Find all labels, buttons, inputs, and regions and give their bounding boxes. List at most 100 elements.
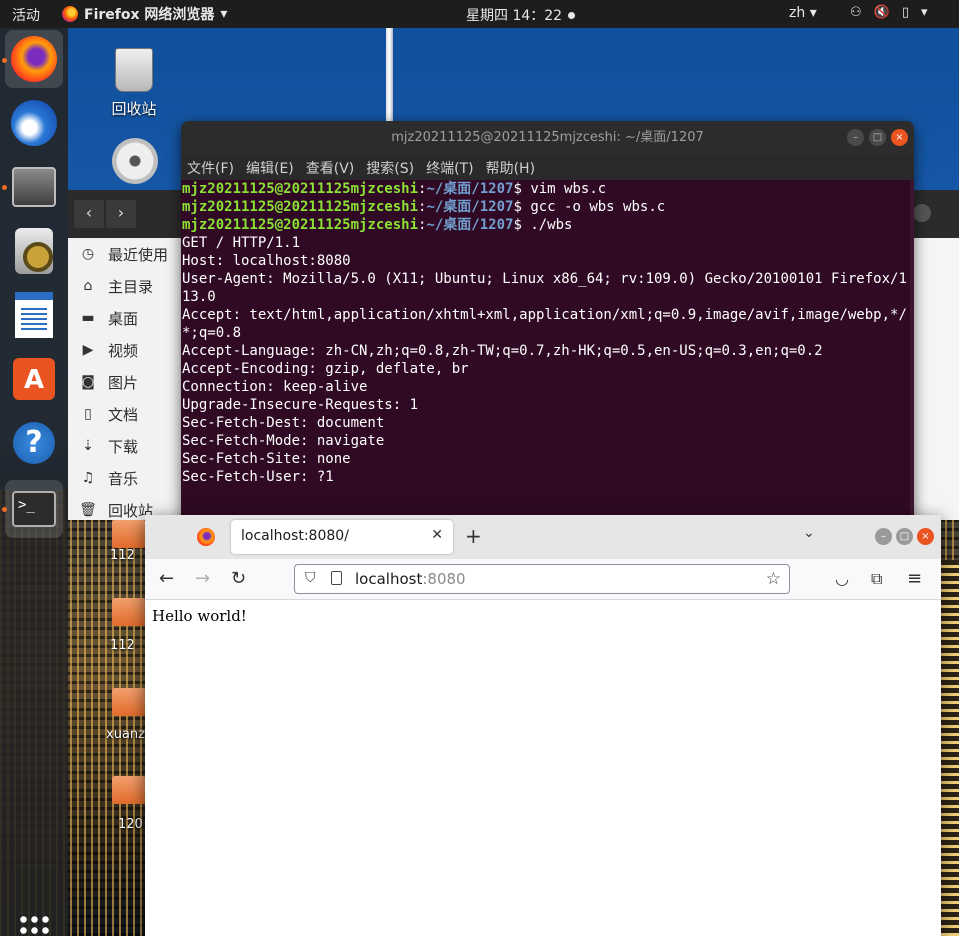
dock-terminal[interactable]: >_ bbox=[5, 480, 63, 538]
prompt-path: ~/桌面/1207 bbox=[426, 181, 514, 197]
desktop-folder-label: 112 bbox=[110, 548, 135, 563]
tracking-shield-icon[interactable]: ⛉ bbox=[305, 570, 316, 586]
maximize-button[interactable]: □ bbox=[896, 528, 913, 545]
firefox-view-icon[interactable] bbox=[197, 528, 215, 546]
firefox-window-controls: – □ × bbox=[875, 528, 934, 545]
terminal-title: mjz20211125@20211125mjzceshi: ~/桌面/1207 bbox=[391, 130, 704, 145]
sidebar-item-label: 下载 bbox=[108, 437, 139, 456]
app-menu-label: Firefox 网络浏览器 bbox=[84, 7, 215, 23]
url-text[interactable]: localhost:8080 bbox=[355, 570, 466, 588]
terminal-output-line: Sec-Fetch-Mode: navigate bbox=[182, 433, 385, 449]
sidebar-item-desktop[interactable]: ▬ 桌面 bbox=[68, 302, 186, 334]
terminal-window-controls: – □ × bbox=[847, 129, 908, 146]
desktop-folder-icon[interactable] bbox=[112, 598, 146, 626]
notification-dot-icon bbox=[568, 11, 576, 19]
menu-terminal[interactable]: 终端(T) bbox=[426, 158, 473, 178]
dock-writer[interactable] bbox=[5, 286, 63, 344]
terminal-output-line: Accept: text/html,application/xhtml+xml,… bbox=[182, 307, 907, 341]
forward-arrow-icon[interactable]: → bbox=[195, 568, 210, 590]
terminal-scrollbar[interactable] bbox=[910, 180, 914, 520]
terminal-output-line: Sec-Fetch-User: ?1 bbox=[182, 469, 334, 485]
terminal-command: ./wbs bbox=[530, 217, 573, 233]
terminal-titlebar[interactable]: mjz20211125@20211125mjzceshi: ~/桌面/1207 … bbox=[181, 121, 914, 155]
terminal-output-line: GET / HTTP/1.1 bbox=[182, 235, 301, 251]
close-button[interactable]: × bbox=[917, 528, 934, 545]
sidebar-item-home[interactable]: ⌂ 主目录 bbox=[68, 270, 186, 302]
menu-view[interactable]: 查看(V) bbox=[306, 158, 355, 178]
clock[interactable]: 星期四 14：22 bbox=[466, 5, 576, 25]
dock: A ? >_ bbox=[0, 28, 68, 936]
activities-button[interactable]: 活动 bbox=[12, 5, 40, 25]
prompt-user: mjz20211125@20211125mjzceshi bbox=[182, 199, 419, 215]
menu-file[interactable]: 文件(F) bbox=[187, 158, 234, 178]
top-bar: 活动 Firefox 网络浏览器 ▾ 星期四 14：22 zh ▾ ⚇ 🔇 ▯ … bbox=[0, 0, 959, 28]
dock-help[interactable]: ? bbox=[5, 414, 63, 472]
sidebar-item-pictures[interactable]: ◙ 图片 bbox=[68, 366, 186, 398]
menu-search[interactable]: 搜索(S) bbox=[366, 158, 414, 178]
terminal-output-line: Accept-Encoding: gzip, deflate, br bbox=[182, 361, 469, 377]
desktop-disc[interactable] bbox=[110, 138, 160, 184]
sidebar-item-videos[interactable]: ▶ 视频 bbox=[68, 334, 186, 366]
back-button[interactable]: ‹ bbox=[74, 200, 104, 228]
sidebar-item-label: 主目录 bbox=[108, 277, 154, 296]
terminal-output-line: User-Agent: Mozilla/5.0 (X11; Ubuntu; Li… bbox=[182, 271, 907, 305]
network-icon: ⚇ bbox=[850, 5, 862, 20]
sidebar-item-label: 视频 bbox=[108, 341, 139, 360]
desktop-trash[interactable]: 回收站 bbox=[108, 48, 160, 119]
sidebar-item-recent[interactable]: ◷ 最近使用 bbox=[68, 238, 186, 270]
input-method-menu[interactable]: zh ▾ bbox=[789, 5, 817, 21]
new-tab-icon[interactable]: + bbox=[465, 524, 482, 548]
show-applications-icon[interactable] bbox=[18, 914, 50, 936]
list-tabs-icon[interactable]: ⌄ bbox=[803, 525, 815, 541]
sidebar-item-downloads[interactable]: ⇣ 下载 bbox=[68, 430, 186, 462]
dock-software[interactable]: A bbox=[5, 350, 63, 408]
reload-icon[interactable]: ↻ bbox=[231, 568, 246, 590]
terminal-output[interactable]: mjz20211125@20211125mjzceshi:~/桌面/1207$ … bbox=[181, 180, 914, 486]
files-close-button[interactable] bbox=[913, 204, 931, 222]
close-button[interactable]: × bbox=[891, 129, 908, 146]
minimize-button[interactable]: – bbox=[847, 129, 864, 146]
camera-icon: ◙ bbox=[81, 374, 95, 390]
menu-edit[interactable]: 编辑(E) bbox=[246, 158, 294, 178]
dock-thunderbird[interactable] bbox=[5, 94, 63, 152]
page-content: Hello world! bbox=[145, 601, 941, 936]
running-indicator-icon bbox=[2, 185, 7, 190]
terminal-output-line: Accept-Language: zh-CN,zh;q=0.8,zh-TW;q=… bbox=[182, 343, 823, 359]
url-bar[interactable]: ⛉ localhost:8080 ☆ bbox=[294, 564, 790, 594]
desktop-folder-icon[interactable] bbox=[112, 688, 146, 716]
trash-icon bbox=[115, 48, 153, 92]
hamburger-menu-icon[interactable]: ≡ bbox=[907, 568, 922, 590]
terminal-line: mjz20211125@20211125mjzceshi:~/桌面/1207$ … bbox=[182, 216, 913, 234]
page-text: Hello world! bbox=[152, 607, 247, 625]
sidebar-item-label: 桌面 bbox=[108, 309, 139, 328]
back-arrow-icon[interactable]: ← bbox=[159, 568, 174, 590]
sidebar-item-label: 最近使用 bbox=[108, 245, 169, 264]
extensions-icon[interactable]: ⧉ bbox=[871, 568, 882, 590]
app-menu[interactable]: Firefox 网络浏览器 ▾ bbox=[62, 4, 227, 24]
desktop-folder-icon[interactable] bbox=[112, 520, 146, 548]
forward-button[interactable]: › bbox=[106, 200, 136, 228]
files-icon bbox=[12, 167, 56, 207]
help-icon: ? bbox=[13, 422, 55, 464]
bookmark-star-icon[interactable]: ☆ bbox=[766, 569, 781, 589]
system-tray[interactable]: ⚇ 🔇 ▯ ▾ bbox=[850, 5, 928, 20]
tab-localhost[interactable]: localhost:8080/ ✕ bbox=[231, 520, 453, 554]
desktop-folder-icon[interactable] bbox=[112, 776, 146, 804]
trash-icon: 🗑 bbox=[79, 502, 97, 518]
dock-firefox[interactable] bbox=[5, 30, 63, 88]
sidebar-item-music[interactable]: ♫ 音乐 bbox=[68, 462, 186, 494]
wallpaper-city-right bbox=[940, 560, 959, 936]
tab-close-icon[interactable]: ✕ bbox=[431, 527, 443, 543]
page-info-icon[interactable] bbox=[331, 571, 342, 585]
menu-help[interactable]: 帮助(H) bbox=[486, 158, 535, 178]
pocket-icon[interactable]: ◡ bbox=[835, 568, 849, 590]
terminal-command: gcc -o wbs wbs.c bbox=[530, 199, 666, 215]
url-host: localhost bbox=[355, 570, 423, 588]
dock-rhythmbox[interactable] bbox=[5, 222, 63, 280]
dock-files[interactable] bbox=[5, 158, 63, 216]
sidebar-item-documents[interactable]: ▯ 文档 bbox=[68, 398, 186, 430]
maximize-button[interactable]: □ bbox=[869, 129, 886, 146]
minimize-button[interactable]: – bbox=[875, 528, 892, 545]
terminal-output-line: Host: localhost:8080 bbox=[182, 253, 351, 269]
software-center-icon: A bbox=[13, 358, 55, 400]
